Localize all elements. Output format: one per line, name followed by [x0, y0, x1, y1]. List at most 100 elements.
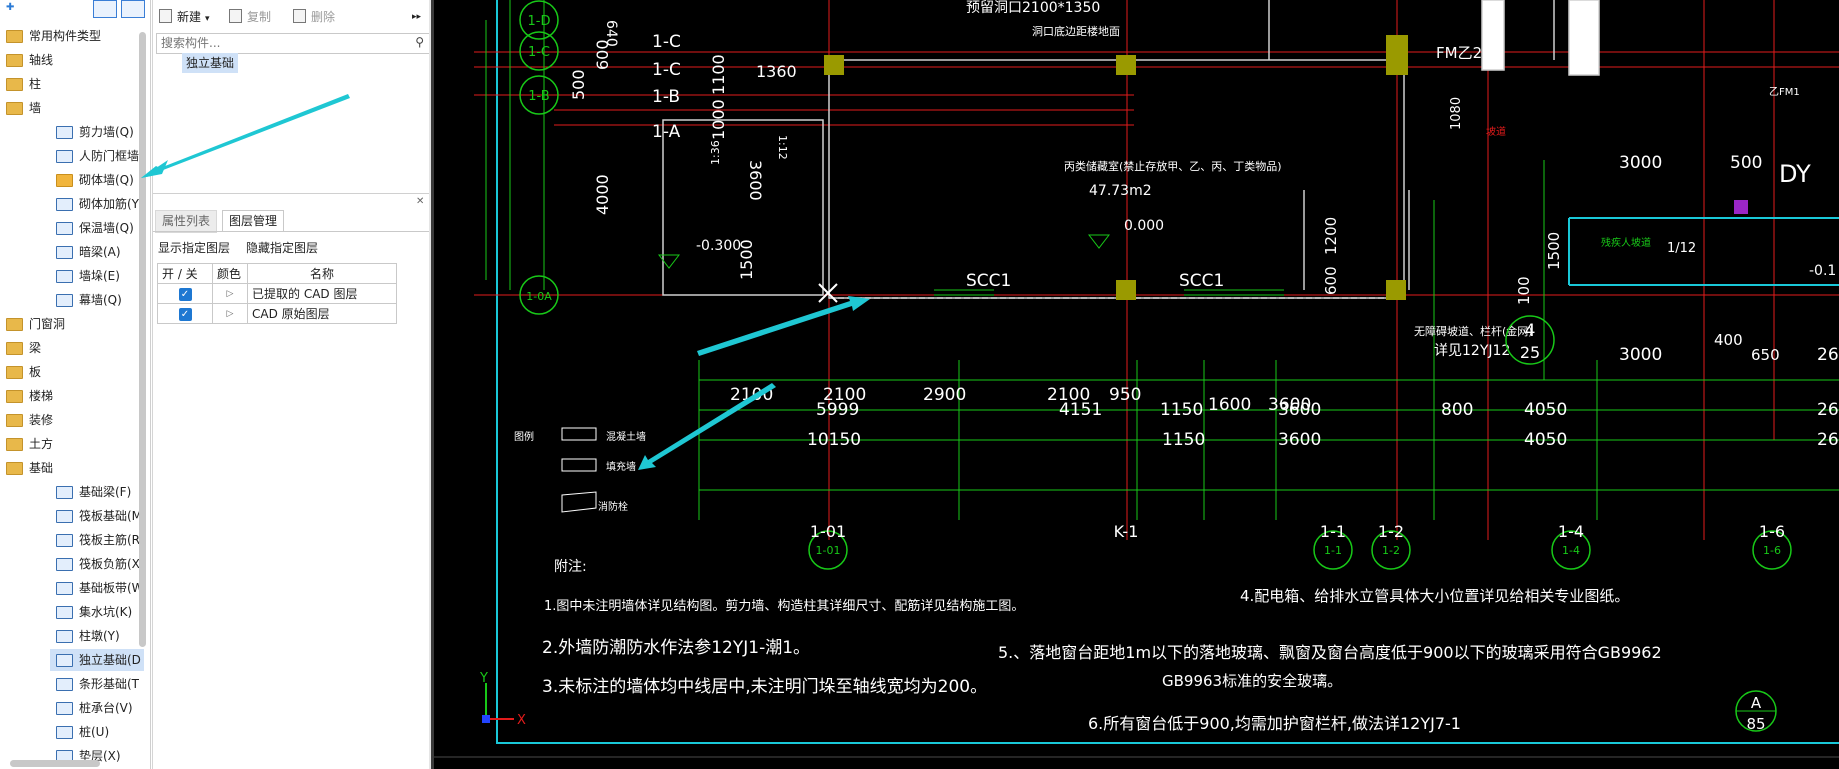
- tree-item-pile-cap[interactable]: 桩承台(V): [56, 697, 133, 719]
- show-layer-link[interactable]: 显示指定图层: [158, 239, 230, 256]
- tree-item-civil-defense-wall[interactable]: 人防门框墙: [56, 145, 139, 167]
- tree-item-foundation-strip[interactable]: 基础板带(W: [56, 577, 144, 599]
- tree-item-raft-main-rebar[interactable]: 筏板主筋(R: [56, 529, 140, 551]
- tree-horizontal-scrollbar[interactable]: [10, 760, 100, 767]
- tree-item-curtain-wall[interactable]: 幕墙(Q): [56, 289, 122, 311]
- legend-item: 消防栓: [598, 500, 628, 513]
- svg-text:1-6: 1-6: [1759, 522, 1785, 541]
- copy-button[interactable]: 复制: [229, 9, 271, 25]
- tree-item-masonry-rebar[interactable]: 砌体加筋(Y: [56, 193, 139, 215]
- tree-item-raft-neg-rebar[interactable]: 筏板负筋(X: [56, 553, 140, 575]
- svg-text:1-1: 1-1: [1320, 522, 1346, 541]
- note-3: 3.未标注的墙体均中线居中,未注明门垛至轴线宽均为200。: [542, 677, 987, 697]
- cad-drawing-canvas[interactable]: 1-D 1-C 1-B 1-0A 1-C 1-C 1-B 1-A 预留洞口210…: [434, 0, 1839, 769]
- table-row[interactable]: ✓ ▷ CAD 原始图层: [157, 303, 397, 324]
- tree-item-raft-foundation[interactable]: 筏板基础(M: [56, 505, 142, 527]
- top-note-opening: 预留洞口2100*1350: [966, 0, 1100, 16]
- tree-category-beam[interactable]: 梁: [6, 337, 41, 359]
- tree-item-sump[interactable]: 集水坑(K): [56, 601, 132, 623]
- svg-text:600: 600: [1322, 266, 1340, 295]
- tree-item-column-pier[interactable]: 柱墩(Y): [56, 625, 120, 647]
- tree-category-wall[interactable]: 墙: [6, 97, 41, 119]
- close-icon[interactable]: ✕: [416, 196, 424, 207]
- checkbox-checked-icon[interactable]: ✓: [178, 288, 192, 301]
- tree-category-foundation[interactable]: 基础: [6, 457, 53, 479]
- tree-item-foundation-beam[interactable]: 基础梁(F): [56, 481, 131, 503]
- delete-button[interactable]: 删除: [293, 9, 335, 25]
- component-list-item[interactable]: 独立基础: [182, 53, 239, 73]
- tab-underline: [153, 231, 432, 232]
- tree-tool-icon[interactable]: ✚: [6, 2, 18, 13]
- new-label: 新建: [177, 10, 202, 24]
- tree-category-common[interactable]: 常用构件类型: [6, 25, 101, 47]
- table-row[interactable]: ✓ ▷ 已提取的 CAD 图层: [157, 283, 397, 304]
- tree-item-pilaster[interactable]: 墙垛(E): [56, 265, 120, 287]
- tab-properties[interactable]: 属性列表: [155, 210, 218, 233]
- tree-vertical-scrollbar[interactable]: [139, 32, 146, 647]
- svg-text:1-2: 1-2: [1378, 522, 1404, 541]
- tab-layer-manager[interactable]: 图层管理: [222, 210, 285, 232]
- note-1: 1.图中未注明墙体详见结构图。剪力墙、构造柱其详细尺寸、配筋详见结构施工图。: [544, 598, 1024, 614]
- svg-text:1600: 1600: [1208, 395, 1251, 415]
- tree-item-insulation-wall[interactable]: 保温墙(Q): [56, 217, 134, 239]
- tree-item-masonry-wall[interactable]: 砌体墙(Q): [56, 169, 134, 191]
- tree-category-earthwork[interactable]: 土方: [6, 433, 53, 455]
- folder-icon: [6, 318, 23, 331]
- layer-toggle[interactable]: ✓: [157, 303, 213, 324]
- tree-item-label: 砌体加筋(Y: [79, 197, 140, 211]
- copy-icon: [229, 9, 242, 23]
- tree-category-label: 墙: [29, 101, 42, 115]
- folder-icon: [6, 54, 23, 67]
- tree-category-label: 楼梯: [29, 389, 54, 403]
- layer-table-header: 开 / 关 颜色 名称: [157, 263, 397, 284]
- tree-item-label: 砌体墙(Q): [79, 173, 134, 187]
- layer-name: 已提取的 CAD 图层: [247, 283, 397, 304]
- tree-category-openings[interactable]: 门窗洞: [6, 313, 65, 335]
- tree-item-isolated-footing[interactable]: 独立基础(D: [50, 649, 144, 671]
- svg-text:500: 500: [569, 69, 588, 100]
- level-m0300: -0.300: [696, 238, 741, 254]
- tree-item-shear-wall[interactable]: 剪力墙(Q): [56, 121, 134, 143]
- tree-category-decoration[interactable]: 装修: [6, 409, 53, 431]
- hide-layer-link[interactable]: 隐藏指定图层: [246, 239, 318, 256]
- new-button[interactable]: 新建 ▾: [159, 9, 210, 27]
- svg-text:1-1: 1-1: [1324, 544, 1342, 557]
- grid-view-icon[interactable]: [121, 0, 145, 18]
- note-4: 4.配电箱、给排水立管具体大小位置详见给相关专业图纸。: [1240, 587, 1629, 605]
- raft-main-rebar-icon: [56, 534, 73, 547]
- raft-foundation-icon: [56, 510, 73, 523]
- expand-icon[interactable]: ▷: [212, 303, 248, 324]
- search-icon[interactable]: ⚲: [415, 35, 424, 49]
- svg-text:1-01: 1-01: [816, 544, 841, 557]
- svg-text:1100: 1100: [709, 54, 728, 95]
- svg-text:1150: 1150: [1162, 430, 1205, 450]
- delete-label: 删除: [311, 10, 336, 24]
- tree-item-label: 筏板负筋(X: [79, 557, 140, 571]
- svg-text:1-B: 1-B: [652, 87, 680, 107]
- tree-item-hidden-beam[interactable]: 暗梁(A): [56, 241, 121, 263]
- more-icon[interactable]: ▸▸: [412, 9, 421, 25]
- svg-text:1-C: 1-C: [652, 60, 681, 80]
- rebar-icon: [56, 198, 73, 211]
- list-view-icon[interactable]: [93, 0, 117, 18]
- svg-text:500: 500: [1730, 153, 1762, 173]
- tree-category-column[interactable]: 柱: [6, 73, 41, 95]
- search-input[interactable]: [157, 34, 405, 51]
- sheet-number: 85: [1746, 715, 1765, 733]
- tree-category-slab[interactable]: 板: [6, 361, 41, 383]
- layer-toggle[interactable]: ✓: [157, 283, 213, 304]
- new-icon: [159, 9, 172, 23]
- component-search[interactable]: ⚲: [156, 33, 430, 54]
- note-5: 5.、落地窗台距地1m以下的落地玻璃、飘窗及窗台高度低于900以下的玻璃采用符合…: [998, 643, 1662, 662]
- checkbox-checked-icon[interactable]: ✓: [178, 308, 192, 321]
- legend-item: 填充墙: [606, 460, 636, 473]
- fire-door-label: FM乙2: [1436, 44, 1482, 62]
- pilaster-icon: [56, 270, 73, 283]
- panel-divider: [153, 193, 432, 194]
- room-area: 47.73m2: [1089, 183, 1152, 199]
- tree-category-axis[interactable]: 轴线: [6, 49, 53, 71]
- tree-category-stair[interactable]: 楼梯: [6, 385, 53, 407]
- tree-item-strip-footing[interactable]: 条形基础(T: [56, 673, 139, 695]
- tree-item-pile[interactable]: 桩(U): [56, 721, 109, 743]
- expand-icon[interactable]: ▷: [212, 283, 248, 304]
